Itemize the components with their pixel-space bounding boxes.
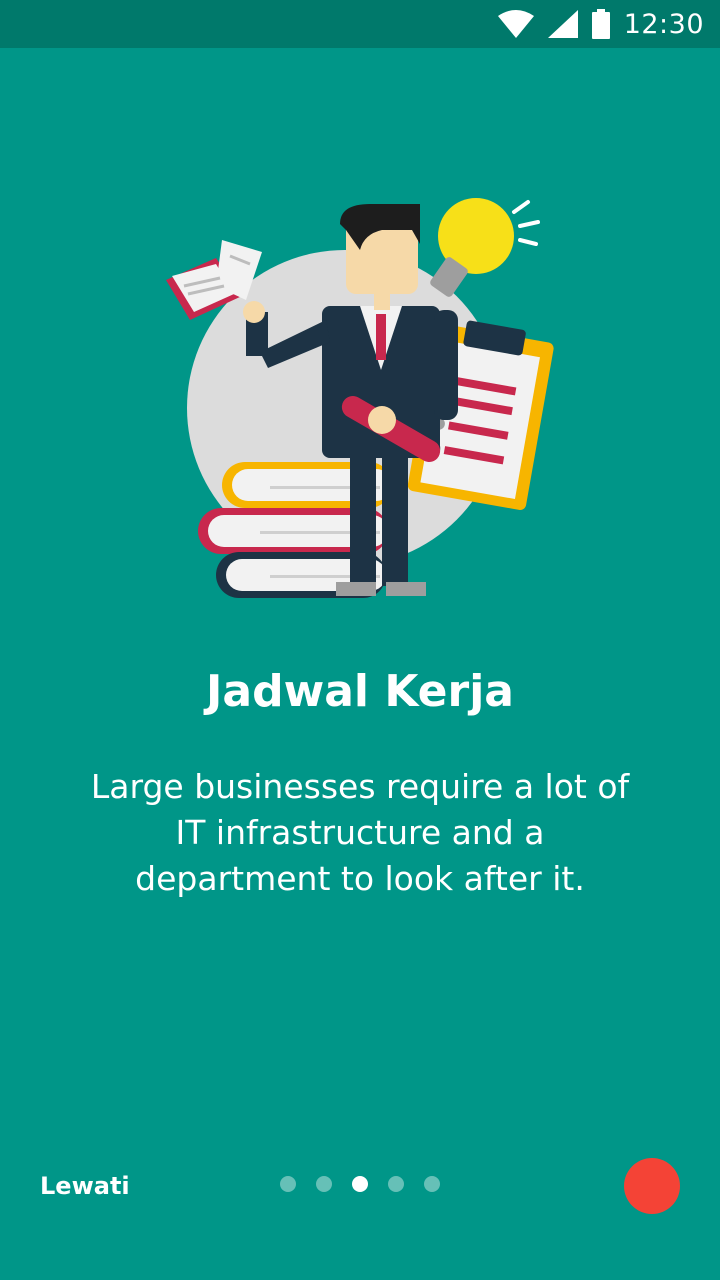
page-dot-4[interactable] — [388, 1176, 404, 1192]
page-indicator — [280, 1176, 440, 1192]
battery-icon — [591, 9, 610, 39]
page-dot-1[interactable] — [280, 1176, 296, 1192]
page-dot-3-active[interactable] — [352, 1176, 368, 1192]
page-dot-5[interactable] — [424, 1176, 440, 1192]
status-bar: 12:30 — [0, 0, 720, 48]
skip-button[interactable]: Lewati — [40, 1166, 130, 1206]
status-clock: 12:30 — [623, 8, 704, 40]
onboarding-illustration — [150, 190, 570, 610]
wifi-icon — [497, 10, 534, 38]
onboarding-description: Large businesses require a lot of IT inf… — [90, 767, 630, 898]
next-button[interactable] — [624, 1158, 680, 1214]
onboarding-title: Jadwal Kerja — [206, 666, 514, 717]
page-dot-2[interactable] — [316, 1176, 332, 1192]
signal-icon — [547, 10, 578, 38]
